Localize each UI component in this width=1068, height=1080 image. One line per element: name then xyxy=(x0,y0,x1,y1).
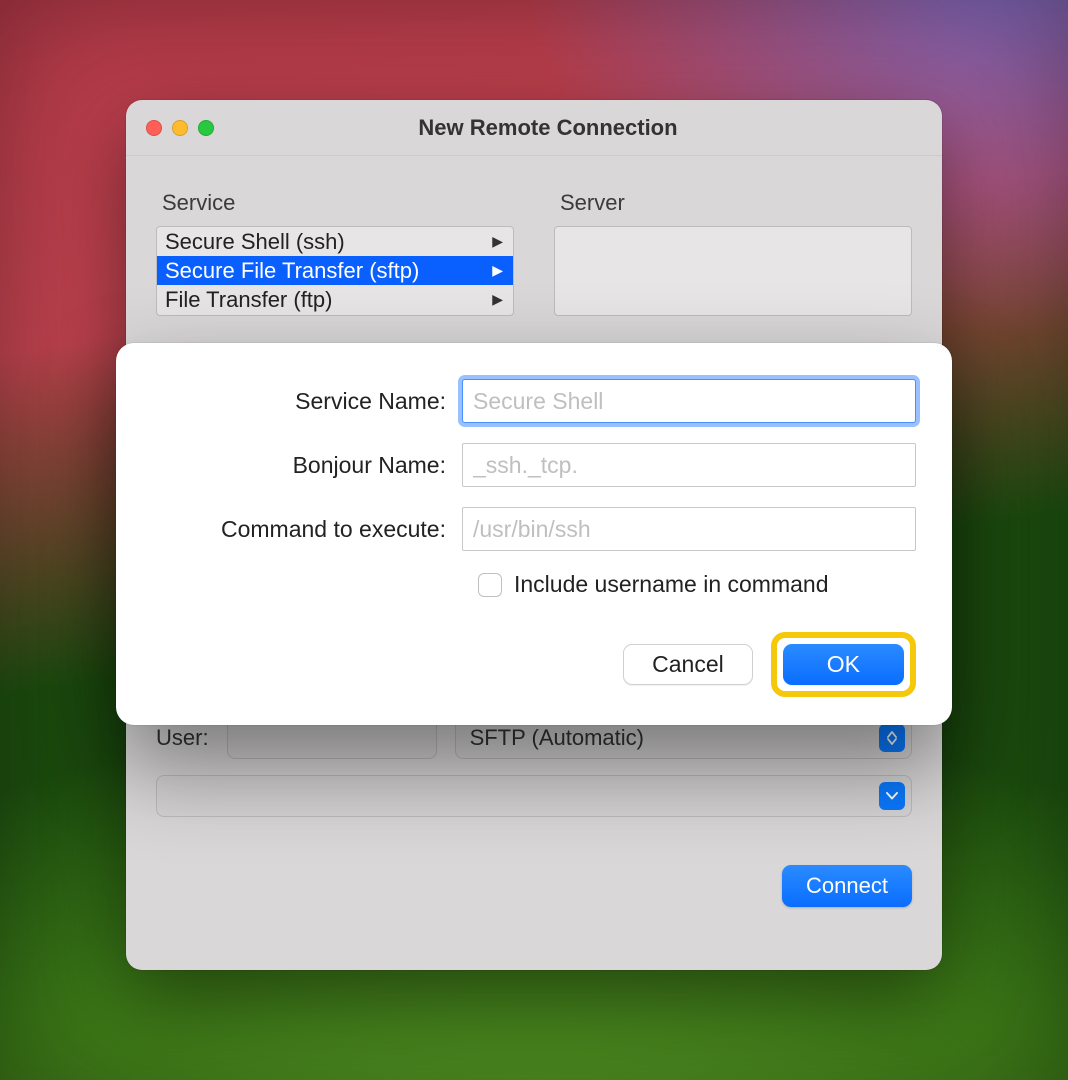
include-username-row: Include username in command xyxy=(478,571,916,598)
chevron-down-icon[interactable] xyxy=(879,782,905,810)
service-item[interactable]: Secure Shell (ssh) ▶ xyxy=(157,227,513,256)
service-item-label: Secure File Transfer (sftp) xyxy=(165,258,419,284)
chevron-right-icon: ▶ xyxy=(492,262,503,279)
service-column: Service Secure Shell (ssh) ▶ Secure File… xyxy=(156,190,514,316)
chevron-right-icon: ▶ xyxy=(492,291,503,308)
command-preview-row xyxy=(126,759,942,817)
bonjour-name-label: Bonjour Name: xyxy=(152,452,462,479)
service-item[interactable]: File Transfer (ftp) ▶ xyxy=(157,285,513,314)
user-label: User: xyxy=(156,725,209,751)
content-panel: Service Secure Shell (ssh) ▶ Secure File… xyxy=(126,156,942,316)
include-username-label: Include username in command xyxy=(514,571,829,598)
ok-annotation: OK xyxy=(771,632,916,697)
connect-button[interactable]: Connect xyxy=(782,865,912,907)
titlebar: New Remote Connection xyxy=(126,100,942,156)
connect-row: Connect xyxy=(126,817,942,907)
chevron-right-icon: ▶ xyxy=(492,233,503,250)
server-header: Server xyxy=(560,190,912,216)
service-header: Service xyxy=(162,190,514,216)
service-config-sheet: Service Name: Bonjour Name: Command to e… xyxy=(116,343,952,725)
service-item-label: Secure Shell (ssh) xyxy=(165,229,345,255)
command-preview-field[interactable] xyxy=(156,775,912,817)
server-column: Server xyxy=(554,190,912,316)
remote-connection-window: New Remote Connection Service Secure She… xyxy=(126,100,942,970)
include-username-checkbox[interactable] xyxy=(478,573,502,597)
ok-button[interactable]: OK xyxy=(783,644,904,685)
service-item[interactable]: Secure File Transfer (sftp) ▶ xyxy=(157,256,513,285)
updown-icon xyxy=(879,724,905,752)
scheme-popup-label: SFTP (Automatic) xyxy=(470,725,644,751)
service-name-label: Service Name: xyxy=(152,388,462,415)
command-input[interactable] xyxy=(462,507,916,551)
service-item-label: File Transfer (ftp) xyxy=(165,287,332,313)
cancel-button[interactable]: Cancel xyxy=(623,644,753,685)
server-list[interactable] xyxy=(554,226,912,316)
service-list[interactable]: Secure Shell (ssh) ▶ Secure File Transfe… xyxy=(156,226,514,316)
sheet-button-row: Cancel OK xyxy=(152,632,916,697)
service-name-input[interactable] xyxy=(462,379,916,423)
window-title: New Remote Connection xyxy=(154,115,942,141)
command-label: Command to execute: xyxy=(152,516,462,543)
bonjour-name-input[interactable] xyxy=(462,443,916,487)
